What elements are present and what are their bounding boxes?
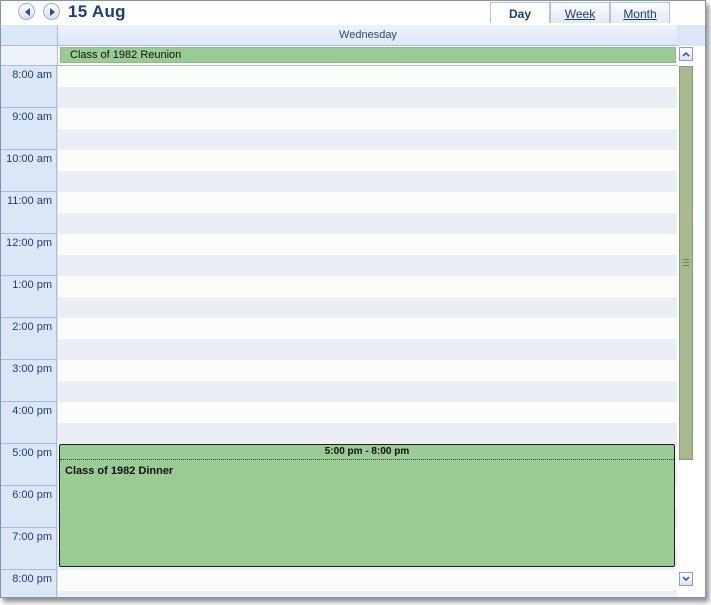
time-label: 3:00 pm xyxy=(12,363,52,375)
time-slot[interactable] xyxy=(58,66,677,87)
time-slot[interactable] xyxy=(58,570,677,591)
time-slot[interactable] xyxy=(58,108,677,129)
previous-day-button[interactable] xyxy=(18,3,35,20)
time-label: 10:00 am xyxy=(6,153,52,165)
time-label: 1:00 pm xyxy=(12,279,52,291)
time-slot[interactable] xyxy=(58,318,677,339)
time-label: 5:00 pm xyxy=(12,447,52,459)
time-column: 8:00 am 9:00 am 10:00 am 11:00 am 12:00 … xyxy=(1,66,57,597)
time-label: 6:00 pm xyxy=(12,489,52,501)
event-time-range: 5:00 pm - 8:00 pm xyxy=(60,445,674,460)
hour-divider xyxy=(1,233,57,234)
hour-divider xyxy=(1,275,57,276)
time-slot[interactable] xyxy=(58,402,677,423)
time-slot[interactable] xyxy=(58,591,677,597)
arrow-right-icon xyxy=(50,8,55,16)
tab-day[interactable]: Day xyxy=(490,2,550,23)
day-header-spacer xyxy=(677,25,705,45)
time-slot[interactable] xyxy=(58,150,677,171)
day-column-header[interactable]: Wednesday xyxy=(57,25,678,46)
hour-divider xyxy=(1,317,57,318)
time-slot[interactable] xyxy=(58,171,677,192)
time-label: 12:00 pm xyxy=(6,237,52,249)
time-label: 8:00 pm xyxy=(12,573,52,585)
tab-month[interactable]: Month xyxy=(610,2,670,23)
time-slot[interactable] xyxy=(58,213,677,234)
time-slot[interactable] xyxy=(58,276,677,297)
time-slot[interactable] xyxy=(58,87,677,108)
time-slot[interactable] xyxy=(58,339,677,360)
time-slot[interactable] xyxy=(58,381,677,402)
time-label: 11:00 am xyxy=(6,195,52,207)
hour-divider xyxy=(1,443,57,444)
day-header-corner xyxy=(1,25,57,46)
scroll-up-button[interactable] xyxy=(679,47,693,61)
vertical-scrollbar[interactable] xyxy=(677,46,705,597)
all-day-row[interactable]: Class of 1982 Reunion xyxy=(57,46,678,66)
all-day-event[interactable]: Class of 1982 Reunion xyxy=(60,47,676,63)
date-title: 15 Aug xyxy=(68,2,126,21)
scroll-down-button[interactable] xyxy=(679,572,693,586)
chevron-up-icon xyxy=(682,51,690,57)
hour-divider xyxy=(1,149,57,150)
time-slot[interactable] xyxy=(58,360,677,381)
time-slot[interactable] xyxy=(58,234,677,255)
time-label: 2:00 pm xyxy=(12,321,52,333)
next-day-button[interactable] xyxy=(43,3,60,20)
grip-icon xyxy=(683,259,689,266)
all-day-corner xyxy=(1,46,57,66)
time-label: 8:00 am xyxy=(12,69,52,81)
scroll-thumb[interactable] xyxy=(679,66,693,460)
time-label: 4:00 pm xyxy=(12,405,52,417)
hour-divider xyxy=(1,359,57,360)
time-slot[interactable] xyxy=(58,255,677,276)
time-slot[interactable] xyxy=(58,297,677,318)
arrow-left-icon xyxy=(25,8,30,16)
hour-divider xyxy=(1,527,57,528)
hour-divider xyxy=(1,569,57,570)
hour-divider xyxy=(1,401,57,402)
time-slot[interactable] xyxy=(58,192,677,213)
tab-week[interactable]: Week xyxy=(550,2,610,23)
hour-divider xyxy=(1,191,57,192)
calendar-event[interactable]: 5:00 pm - 8:00 pm Class of 1982 Dinner xyxy=(59,444,675,567)
time-slot[interactable] xyxy=(58,423,677,444)
hour-divider xyxy=(1,107,57,108)
time-slot[interactable] xyxy=(58,129,677,150)
time-label: 7:00 pm xyxy=(12,531,52,543)
calendar-window: 15 Aug Day Week Month Wednesday Class of… xyxy=(0,0,706,598)
chevron-down-icon xyxy=(682,576,690,582)
event-title: Class of 1982 Dinner xyxy=(65,465,174,477)
calendar-header: 15 Aug Day Week Month xyxy=(1,1,705,25)
time-label: 9:00 am xyxy=(12,111,52,123)
day-grid[interactable]: 5:00 pm - 8:00 pm Class of 1982 Dinner xyxy=(58,66,677,597)
hour-divider xyxy=(1,485,57,486)
